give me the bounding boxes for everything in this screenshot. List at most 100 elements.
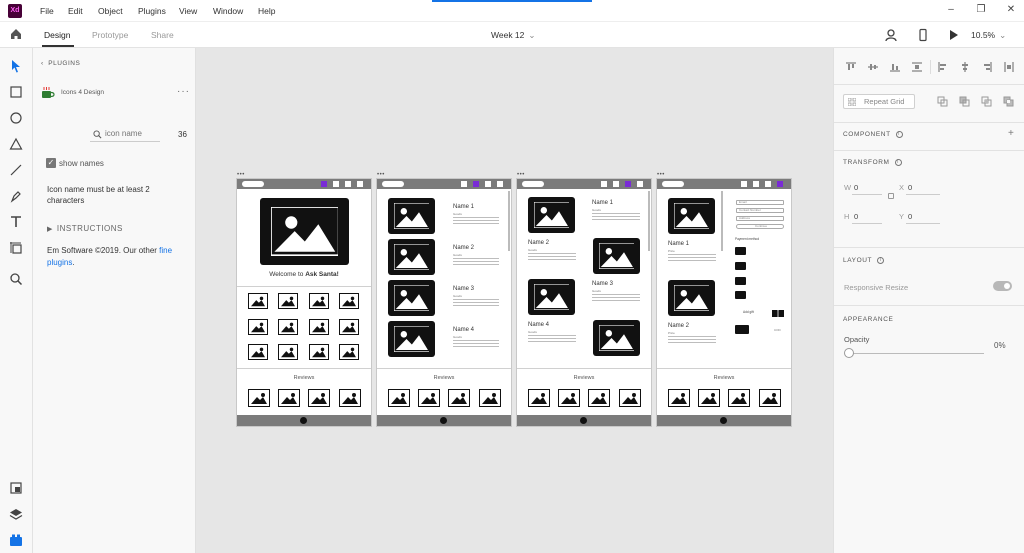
gift-icon[interactable] — [771, 307, 785, 317]
cash-payment-icon[interactable] — [735, 325, 749, 334]
email-field[interactable]: Email — [736, 200, 784, 205]
info-icon[interactable]: i — [895, 131, 903, 138]
pen-tool-icon[interactable] — [9, 189, 23, 203]
info-icon[interactable]: i — [877, 257, 885, 264]
review-image-icon — [479, 389, 501, 407]
align-bottom-icon[interactable] — [890, 62, 900, 72]
plugins-back-button[interactable]: ‹ PLUGINS — [41, 60, 80, 67]
scrollbar[interactable] — [508, 191, 510, 251]
select-tool-icon[interactable] — [9, 59, 23, 73]
plus-icon[interactable]: + — [1008, 128, 1014, 139]
id-card-payment-icon[interactable] — [735, 262, 746, 270]
align-middle-icon[interactable] — [868, 62, 878, 72]
zoom-tool-icon[interactable] — [9, 272, 23, 286]
continue-button[interactable]: Continue — [736, 224, 784, 229]
menu-view[interactable]: View — [179, 6, 197, 16]
minimize-icon[interactable]: – — [945, 4, 957, 16]
opacity-value[interactable]: 0% — [994, 341, 1006, 350]
menu-file[interactable]: File — [40, 6, 54, 16]
line-tool-icon[interactable] — [9, 163, 23, 177]
search-pill — [242, 181, 264, 187]
credit-link-plugins[interactable]: plugins — [47, 258, 72, 267]
menu-window[interactable]: Window — [213, 6, 243, 16]
x-input[interactable]: 0 — [908, 183, 912, 192]
item-image-icon — [388, 280, 435, 316]
info-icon[interactable]: i — [894, 159, 902, 166]
artboard-home[interactable]: Welcome to Ask Santa! Reviews — [236, 178, 372, 427]
responsive-resize-toggle[interactable] — [993, 281, 1012, 291]
align-left-icon[interactable] — [938, 62, 948, 72]
menu-help[interactable]: Help — [258, 6, 275, 16]
reviews-heading: Reviews — [713, 375, 735, 381]
item-name: Name 2 — [453, 245, 475, 251]
width-input[interactable]: 0 — [854, 183, 858, 192]
home-icon[interactable] — [9, 27, 23, 41]
zoom-control[interactable]: 10.5% ⌄ — [971, 30, 1006, 41]
artboard-zigzag[interactable]: Name 1 Goods Name 2 Goods Name 3 Goods N… — [516, 178, 652, 427]
restore-icon[interactable]: ❐ — [975, 4, 987, 16]
credit-end: . — [72, 258, 75, 267]
grid-image-icon — [309, 319, 329, 335]
artboard-tool-icon[interactable] — [9, 241, 23, 255]
header-square-icon — [741, 181, 747, 187]
add-boolean-icon[interactable] — [937, 96, 948, 107]
opacity-slider-track[interactable] — [848, 353, 984, 354]
subtract-boolean-icon[interactable] — [959, 96, 970, 107]
height-input[interactable]: 0 — [854, 212, 858, 221]
align-top-icon[interactable] — [846, 62, 856, 72]
contact-number-field[interactable]: Contact Number — [736, 208, 784, 213]
scrollbar[interactable] — [648, 191, 650, 251]
text-placeholder — [453, 217, 499, 226]
address-field[interactable]: Address — [736, 216, 784, 221]
scrollbar[interactable] — [721, 191, 723, 251]
width-label: W — [844, 183, 852, 192]
component-section: COMPONENT i — [843, 131, 903, 138]
text-tool-icon[interactable] — [9, 215, 23, 229]
user-icon[interactable] — [884, 28, 898, 42]
y-input[interactable]: 0 — [908, 212, 912, 221]
artboard-checkout[interactable]: Name 1 Price Name 2 Price Email Contact … — [656, 178, 792, 427]
header-square-icon — [601, 181, 607, 187]
menu-plugins[interactable]: Plugins — [138, 6, 166, 16]
layers-icon[interactable] — [9, 507, 23, 521]
align-center-icon[interactable] — [960, 62, 970, 72]
artboard-list[interactable]: Name 1 Goods Name 2 Goods Name 3 Goods N… — [376, 178, 512, 427]
opacity-slider-handle[interactable] — [844, 348, 854, 358]
opacity-label: Opacity — [844, 335, 870, 344]
mobile-preview-icon[interactable] — [916, 28, 930, 42]
distribute-horizontal-icon[interactable] — [1004, 62, 1014, 72]
plugins-icon[interactable] — [9, 533, 23, 547]
tab-share[interactable]: Share — [151, 30, 174, 40]
card-payment-icon[interactable] — [735, 247, 746, 255]
rectangle-tool-icon[interactable] — [9, 85, 23, 99]
assets-icon[interactable] — [9, 481, 23, 495]
exclude-boolean-icon[interactable] — [1003, 96, 1014, 107]
review-image-icon — [698, 389, 720, 407]
tab-design[interactable]: Design — [44, 30, 70, 40]
y-label: Y — [899, 212, 905, 221]
document-title[interactable]: Week 12 ⌄ — [491, 30, 536, 41]
distribute-vertical-icon[interactable] — [912, 62, 922, 72]
intersect-boolean-icon[interactable] — [981, 96, 992, 107]
review-image-icon — [448, 389, 470, 407]
triangle-right-icon: ▶ — [47, 226, 53, 233]
wallet-payment-icon[interactable] — [735, 277, 746, 285]
menu-edit[interactable]: Edit — [68, 6, 83, 16]
play-icon[interactable] — [946, 28, 960, 42]
design-canvas[interactable]: ••• Welcome to Ask Santa! Reviews ••• Na… — [196, 48, 833, 553]
align-right-icon[interactable] — [982, 62, 992, 72]
close-icon[interactable]: ✕ — [1005, 4, 1017, 16]
show-names-checkbox[interactable]: ✓ — [46, 158, 56, 168]
grid-image-icon — [278, 293, 298, 309]
ellipse-tool-icon[interactable] — [9, 111, 23, 125]
more-options-icon[interactable]: ··· — [177, 86, 190, 97]
lock-aspect-icon[interactable] — [888, 193, 894, 199]
instructions-toggle[interactable]: ▶ INSTRUCTIONS — [47, 224, 123, 233]
tab-prototype[interactable]: Prototype — [92, 30, 128, 40]
menu-object[interactable]: Object — [98, 6, 123, 16]
polygon-tool-icon[interactable] — [9, 137, 23, 151]
bank-payment-icon[interactable] — [735, 291, 746, 299]
credit-link-fine[interactable]: fine — [159, 246, 172, 255]
input-underline — [852, 223, 882, 224]
artboard-footer — [657, 415, 791, 426]
